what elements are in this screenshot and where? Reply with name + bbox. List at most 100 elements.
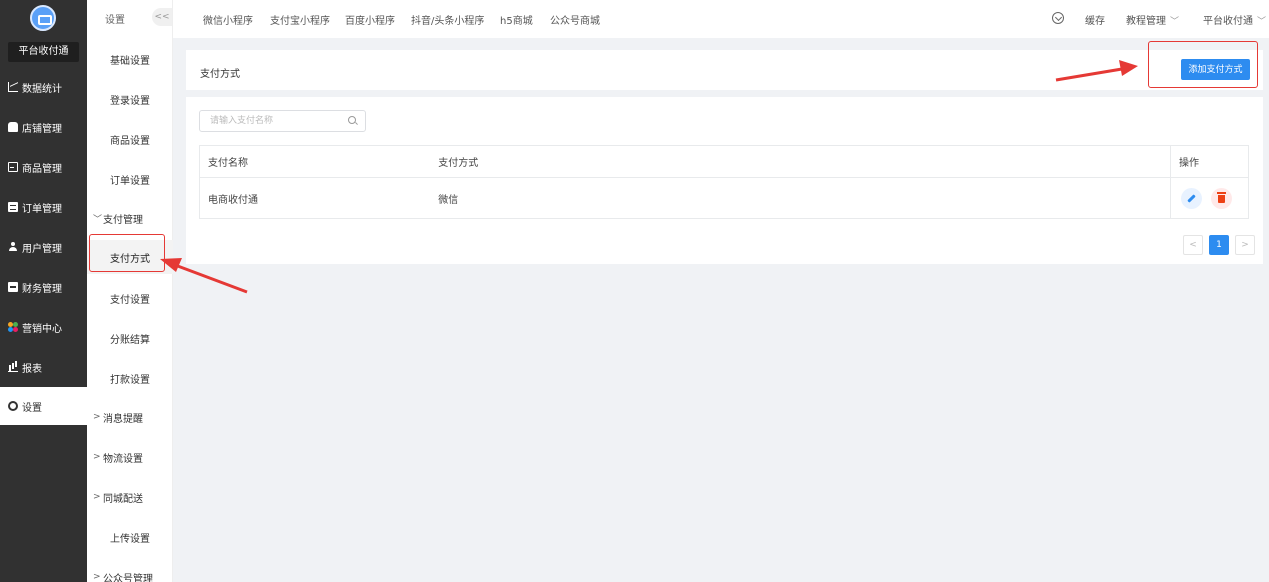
- tab-alipay-miniapp[interactable]: 支付宝小程序: [270, 12, 330, 27]
- sidebar-item-marketing[interactable]: 营销中心: [0, 308, 87, 346]
- submenu-item-label: 商品设置: [110, 135, 150, 147]
- submenu-item-label: 基础设置: [110, 55, 150, 67]
- submenu-item-label: 打款设置: [110, 374, 150, 386]
- pencil-icon: [1187, 193, 1196, 203]
- prev-page-button[interactable]: <: [1183, 235, 1203, 255]
- submenu-item-payment-settings[interactable]: 支付设置: [87, 281, 173, 315]
- submenu-item-upload[interactable]: 上传设置: [87, 520, 173, 554]
- order-icon: [8, 202, 18, 212]
- submenu-title: 设置: [105, 15, 125, 26]
- sidebar-item-orders[interactable]: 订单管理: [0, 188, 87, 226]
- submenu-item-payment-methods[interactable]: 支付方式: [87, 240, 173, 274]
- tab-official-account-mall[interactable]: 公众号商城: [550, 12, 600, 27]
- app-logo-icon[interactable]: [30, 5, 56, 31]
- tutorial-label: 教程管理: [1126, 16, 1166, 27]
- submenu-group-payment[interactable]: ﹀ 支付管理: [87, 201, 173, 235]
- collapse-menu-button[interactable]: <<: [152, 8, 172, 26]
- search-icon[interactable]: [348, 116, 356, 124]
- settings-submenu: 设置 << 基础设置 登录设置 商品设置 订单设置 ﹀ 支付管理 支付方式 支付…: [87, 0, 173, 582]
- goods-icon: [8, 162, 18, 172]
- main-sidebar: 平台收付通 数据统计 店铺管理 商品管理 订单管理 用户管理 财务管理 营销中心…: [0, 0, 87, 582]
- submenu-group-logistics[interactable]: > 物流设置: [87, 440, 173, 474]
- submenu-item-payout[interactable]: 打款设置: [87, 361, 173, 395]
- submenu-header: 设置 <<: [87, 0, 173, 36]
- chevron-right-icon: >: [93, 572, 101, 582]
- sidebar-item-store[interactable]: 店铺管理: [0, 108, 87, 146]
- sidebar-item-goods[interactable]: 商品管理: [0, 148, 87, 186]
- add-payment-method-button[interactable]: 添加支付方式: [1181, 59, 1250, 80]
- sidebar-item-label: 订单管理: [22, 203, 62, 215]
- submenu-item-label: 分账结算: [110, 334, 150, 346]
- chevron-right-icon: >: [93, 492, 101, 502]
- account-menu[interactable]: 平台收付通 ﹀: [1203, 12, 1266, 27]
- column-header-name: 支付名称: [199, 145, 431, 178]
- finance-icon: [8, 282, 18, 292]
- submenu-item-order[interactable]: 订单设置: [87, 162, 173, 196]
- chevron-right-icon: >: [93, 412, 101, 422]
- search-input[interactable]: [200, 111, 340, 131]
- edit-button[interactable]: [1181, 187, 1202, 209]
- delete-button[interactable]: [1211, 187, 1232, 209]
- sidebar-item-stats[interactable]: 数据统计: [0, 68, 87, 106]
- submenu-item-label: 同城配送: [103, 493, 143, 505]
- submenu-item-login[interactable]: 登录设置: [87, 82, 173, 116]
- submenu-group-official-account[interactable]: > 公众号管理: [87, 560, 173, 582]
- row-actions: [1179, 187, 1248, 209]
- submenu-item-label: 订单设置: [110, 175, 150, 187]
- payment-methods-table: 支付名称 支付方式 操作 电商收付通 微信: [199, 145, 1249, 219]
- cache-button[interactable]: 缓存: [1085, 12, 1105, 27]
- tab-douyin-miniapp[interactable]: 抖音/头条小程序: [411, 12, 484, 27]
- sidebar-item-label: 商品管理: [22, 163, 62, 175]
- search-box: [199, 110, 366, 132]
- report-icon: [8, 362, 18, 372]
- sidebar-item-settings[interactable]: 设置: [0, 387, 87, 425]
- download-icon[interactable]: [1052, 12, 1064, 24]
- submenu-item-basic[interactable]: 基础设置: [87, 42, 173, 76]
- submenu-item-label: 支付管理: [103, 214, 143, 226]
- account-label: 平台收付通: [1203, 16, 1253, 27]
- tutorial-menu[interactable]: 教程管理 ﹀: [1126, 12, 1179, 27]
- chevron-down-icon: ﹀: [1257, 17, 1267, 27]
- user-icon: [8, 242, 18, 252]
- submenu-item-label: 物流设置: [103, 453, 143, 465]
- submenu-item-label: 支付设置: [110, 294, 150, 306]
- page-header-card: 支付方式: [186, 50, 1263, 90]
- sidebar-item-label: 数据统计: [22, 83, 62, 95]
- sidebar-item-label: 报表: [22, 363, 42, 375]
- cell-payment-type: 微信: [430, 177, 1171, 219]
- page-title: 支付方式: [200, 69, 240, 80]
- chevron-right-icon: >: [93, 452, 101, 462]
- top-bar: 微信小程序 支付宝小程序 百度小程序 抖音/头条小程序 h5商城 公众号商城 缓…: [173, 0, 1269, 38]
- org-name[interactable]: 平台收付通: [8, 42, 79, 62]
- sidebar-item-label: 店铺管理: [22, 123, 62, 135]
- submenu-group-messages[interactable]: > 消息提醒: [87, 400, 173, 434]
- sidebar-item-label: 营销中心: [22, 323, 62, 335]
- gear-icon: [8, 401, 18, 411]
- tab-wechat-miniapp[interactable]: 微信小程序: [203, 12, 253, 27]
- table-header-row: 支付名称 支付方式 操作: [199, 145, 1249, 178]
- submenu-group-local-delivery[interactable]: > 同城配送: [87, 480, 173, 514]
- sidebar-item-finance[interactable]: 财务管理: [0, 268, 87, 306]
- chevron-down-icon: ﹀: [1170, 17, 1180, 27]
- cell-actions: [1170, 177, 1249, 219]
- line-chart-icon: [8, 82, 18, 92]
- sidebar-item-users[interactable]: 用户管理: [0, 228, 87, 266]
- submenu-item-goods[interactable]: 商品设置: [87, 122, 173, 156]
- store-icon: [8, 122, 18, 132]
- table-row: 电商收付通 微信: [199, 177, 1249, 219]
- sidebar-item-reports[interactable]: 报表: [0, 348, 87, 386]
- submenu-item-settlement[interactable]: 分账结算: [87, 321, 173, 355]
- page-1-button[interactable]: 1: [1209, 235, 1229, 255]
- sidebar-item-label: 设置: [22, 402, 42, 414]
- sidebar-item-label: 用户管理: [22, 243, 62, 255]
- submenu-item-label: 上传设置: [110, 533, 150, 545]
- next-page-button[interactable]: >: [1235, 235, 1255, 255]
- tab-baidu-miniapp[interactable]: 百度小程序: [345, 12, 395, 27]
- submenu-item-label: 支付方式: [110, 253, 150, 265]
- trash-icon: [1217, 192, 1226, 203]
- tab-h5-mall[interactable]: h5商城: [500, 12, 533, 27]
- sidebar-item-label: 财务管理: [22, 283, 62, 295]
- submenu-item-label: 公众号管理: [103, 573, 153, 582]
- column-header-type: 支付方式: [430, 145, 1171, 178]
- marketing-icon: [8, 322, 18, 332]
